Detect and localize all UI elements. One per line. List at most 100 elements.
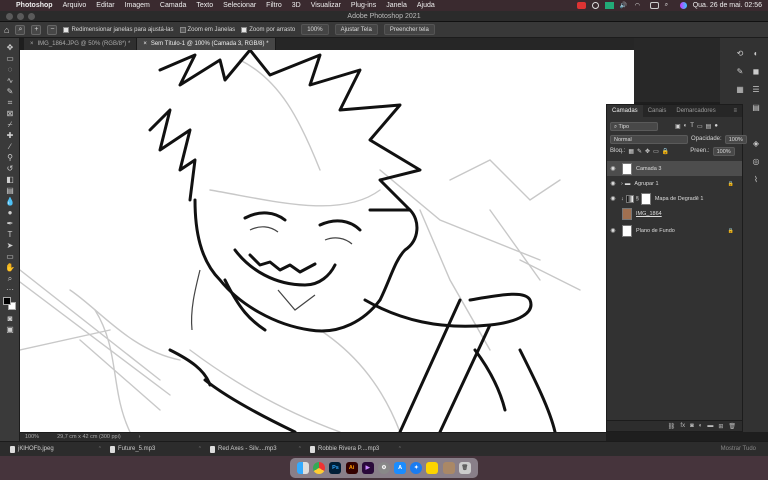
quick-mask-icon[interactable]: ◙	[0, 313, 20, 324]
move-tool-icon[interactable]: ✥	[0, 42, 20, 53]
color-panel-icon[interactable]: ◼	[750, 66, 762, 76]
zoom-all-windows-checkbox[interactable]: Zoom em Janelas	[179, 26, 235, 33]
filter-adjustment-icon[interactable]: ◐	[684, 123, 688, 129]
record-icon[interactable]	[591, 2, 599, 9]
safari-icon[interactable]: ✦	[410, 462, 423, 474]
resize-windows-checkbox[interactable]: Redimensionar janelas para ajustá-las	[63, 26, 174, 33]
artboard-tool-icon[interactable]: ▭	[0, 53, 20, 64]
rectangle-tool-icon[interactable]: ▭	[0, 251, 20, 262]
opacity-field[interactable]: 100%	[724, 134, 747, 144]
menu-plugins[interactable]: Plug-ins	[351, 2, 376, 9]
zoom-tool-preset-icon[interactable]: ⌕	[15, 24, 26, 35]
visibility-eye-icon[interactable]: ◉	[607, 165, 619, 172]
layer-row[interactable]: ◉ Plano de Fundo 🔒	[607, 223, 742, 238]
app-store-icon[interactable]: A	[394, 462, 407, 474]
chevron-up-icon[interactable]: ⌃	[398, 446, 402, 452]
eyedropper-tool-icon[interactable]: ⌿	[0, 119, 20, 130]
control-center-icon[interactable]	[649, 2, 659, 9]
tab-camadas[interactable]: Camadas	[607, 105, 643, 117]
tab-close-icon[interactable]: ×	[30, 38, 34, 50]
quick-selection-tool-icon[interactable]: ✎	[0, 86, 20, 97]
menu-visualizar[interactable]: Visualizar	[311, 2, 341, 9]
flag-icon[interactable]	[604, 2, 614, 9]
lock-artboard-icon[interactable]: ▭	[653, 148, 659, 155]
filter-shape-icon[interactable]: ▭	[697, 123, 703, 130]
zoom-tool-icon[interactable]: ⌕	[0, 273, 20, 284]
blend-mode-select[interactable]: Normal	[610, 134, 688, 144]
trash-icon[interactable]: 🗑	[458, 462, 471, 474]
marquee-tool-icon[interactable]: ◌	[0, 64, 20, 75]
chevron-up-icon[interactable]: ⌃	[198, 446, 202, 452]
healing-brush-tool-icon[interactable]: ✚	[0, 130, 20, 141]
new-layer-icon[interactable]: ⊞	[718, 423, 723, 430]
layer-style-icon[interactable]: fx	[680, 423, 685, 429]
screen-mode-icon[interactable]: ▣	[0, 324, 20, 335]
frame-tool-icon[interactable]: ⊠	[0, 108, 20, 119]
pen-tool-icon[interactable]: ✒	[0, 218, 20, 229]
crop-tool-icon[interactable]: ⌗	[0, 97, 20, 108]
dodge-tool-icon[interactable]: ●	[0, 207, 20, 218]
wifi-icon[interactable]: ◠	[635, 2, 644, 9]
tab-demarcadores[interactable]: Demarcadores	[671, 105, 720, 117]
group-expand-chevron-icon[interactable]: ›	[621, 181, 623, 187]
history-panel-icon[interactable]: ⟲	[734, 48, 746, 58]
fit-screen-button[interactable]: Ajustar Tela	[334, 24, 378, 35]
show-all-button[interactable]: Mostrar Tudo	[721, 446, 756, 452]
eraser-tool-icon[interactable]: ◧	[0, 174, 20, 185]
properties-panel-icon[interactable]: ☰	[750, 84, 762, 94]
menu-filtro[interactable]: Filtro	[266, 2, 282, 9]
tab-sem-titulo-1[interactable]: × Sem Título-1 @ 100% (Camada 3, RGB/8) …	[137, 38, 276, 50]
layer-name[interactable]: Mapa de Degradê 1	[655, 196, 704, 202]
layer-name[interactable]: Camada 3	[636, 166, 661, 172]
close-window-icon[interactable]	[6, 13, 13, 20]
path-selection-tool-icon[interactable]: ➤	[0, 240, 20, 251]
brush-tool-icon[interactable]: ∕	[0, 141, 20, 152]
download-item[interactable]: Future_5.mp3 ⌃	[110, 445, 202, 453]
lock-all-icon[interactable]: 🔒	[662, 148, 669, 155]
add-mask-icon[interactable]: ◙	[690, 423, 694, 429]
filter-smart-object-icon[interactable]: ▤	[706, 123, 712, 130]
lasso-tool-icon[interactable]: ∿	[0, 75, 20, 86]
visibility-eye-icon[interactable]: ◉	[607, 195, 619, 202]
lock-position-icon[interactable]: ✥	[645, 148, 650, 155]
layer-row[interactable]: ◉ IMG_1864	[607, 206, 742, 221]
menu-app-name[interactable]: Photoshop	[16, 2, 53, 9]
hand-tool-icon[interactable]: ✋	[0, 262, 20, 273]
visibility-eye-icon[interactable]: ◉	[607, 227, 619, 234]
visibility-eye-icon[interactable]: ◉	[607, 180, 619, 187]
chevron-up-icon[interactable]: ⌃	[98, 446, 102, 452]
panel-menu-icon[interactable]: ≡	[728, 105, 742, 117]
preview-icon[interactable]	[442, 462, 455, 474]
premiere-icon[interactable]: ▶	[361, 462, 374, 474]
history-brush-tool-icon[interactable]: ↺	[0, 163, 20, 174]
document-canvas[interactable]	[20, 50, 634, 432]
status-zoom[interactable]: 100%	[25, 434, 39, 440]
lock-paint-icon[interactable]: ✎	[637, 148, 642, 155]
chrome-icon[interactable]	[313, 462, 326, 474]
menu-janela[interactable]: Janela	[386, 2, 407, 9]
layer-row[interactable]: ◉ Camada 3	[607, 161, 742, 176]
libraries-panel-icon[interactable]: ▤	[750, 102, 762, 112]
adjustments-panel-icon[interactable]: ◐	[750, 48, 762, 58]
tab-canais[interactable]: Canais	[643, 105, 672, 117]
filter-kind-select[interactable]: ⌕ Tipo	[610, 121, 658, 131]
siri-icon[interactable]	[679, 2, 687, 9]
filter-type-icon[interactable]: T	[690, 123, 694, 129]
zoom-out-icon[interactable]: −	[47, 24, 58, 35]
link-layers-icon[interactable]: ⛓	[668, 423, 676, 430]
menu-selecionar[interactable]: Selecionar	[223, 2, 256, 9]
home-icon[interactable]: ⌂	[4, 25, 9, 35]
menu-camada[interactable]: Camada	[160, 2, 186, 9]
menu-3d[interactable]: 3D	[292, 2, 301, 9]
color-swatches[interactable]	[0, 295, 19, 313]
layer-name[interactable]: Plano de Fundo	[636, 228, 675, 234]
visibility-eye-icon[interactable]: ◉	[607, 210, 619, 217]
scrubby-zoom-checkbox[interactable]: Zoom por arrasto	[241, 26, 295, 33]
download-item[interactable]: Red Axes - Silv....mp3 ⌃	[210, 445, 302, 453]
fill-field[interactable]: 100%	[712, 146, 735, 156]
download-item[interactable]: Robbie Rivera P....mp3 ⌃	[310, 445, 402, 453]
search-icon[interactable]: ⌕	[665, 2, 674, 9]
layer-row[interactable]: ◉ ↓ § Mapa de Degradê 1	[607, 191, 742, 206]
gradient-tool-icon[interactable]: ▤	[0, 185, 20, 196]
delete-layer-icon[interactable]: 🗑	[728, 423, 736, 430]
